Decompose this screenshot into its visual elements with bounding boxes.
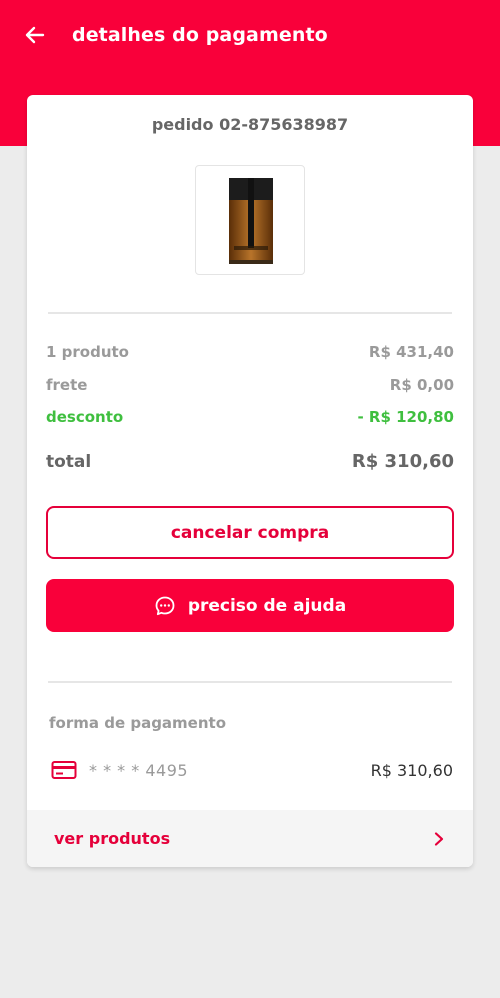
- credit-card-icon: [51, 761, 77, 779]
- total-label: total: [46, 451, 92, 472]
- discount-label: desconto: [46, 408, 124, 426]
- view-products-row[interactable]: ver produtos: [27, 810, 473, 867]
- payment-method-row: * * * * 4495 R$ 310,60: [51, 756, 453, 784]
- help-button[interactable]: preciso de ajuda: [46, 579, 454, 632]
- payment-details-card: pedido 02-875638987 1 produto R$ 431,40 …: [27, 95, 473, 867]
- divider: [48, 681, 452, 683]
- products-row: 1 produto R$ 431,40: [46, 343, 454, 361]
- discount-value: - R$ 120,80: [357, 408, 454, 426]
- product-thumbnail[interactable]: [195, 165, 305, 275]
- discount-row: desconto - R$ 120,80: [46, 408, 454, 426]
- arrow-left-icon: [25, 26, 45, 44]
- top-app-bar: detalhes do pagamento: [0, 0, 500, 70]
- card-number: * * * * 4495: [89, 760, 189, 780]
- cancel-purchase-label: cancelar compra: [170, 522, 330, 543]
- products-value: R$ 431,40: [368, 343, 454, 361]
- products-label: 1 produto: [46, 343, 129, 361]
- order-number: pedido 02-875638987: [151, 115, 349, 134]
- perfume-bottle-image: [229, 178, 273, 264]
- view-products-label: ver produtos: [54, 829, 171, 848]
- shipping-row: frete R$ 0,00: [46, 376, 454, 394]
- help-label: preciso de ajuda: [187, 595, 347, 616]
- payment-amount: R$ 310,60: [370, 760, 453, 780]
- card-info: * * * * 4495: [51, 760, 188, 780]
- divider: [48, 312, 452, 314]
- shipping-label: frete: [46, 376, 88, 394]
- chevron-right-icon: [434, 831, 444, 846]
- back-button[interactable]: [10, 10, 60, 60]
- total-row: total R$ 310,60: [46, 451, 454, 472]
- shipping-value: R$ 0,00: [389, 376, 454, 394]
- payment-method-label: forma de pagamento: [49, 714, 227, 732]
- total-value: R$ 310,60: [351, 451, 454, 472]
- page-title: detalhes do pagamento: [72, 24, 328, 46]
- chat-bubble-icon: [155, 596, 175, 615]
- cancel-purchase-button[interactable]: cancelar compra: [46, 506, 454, 559]
